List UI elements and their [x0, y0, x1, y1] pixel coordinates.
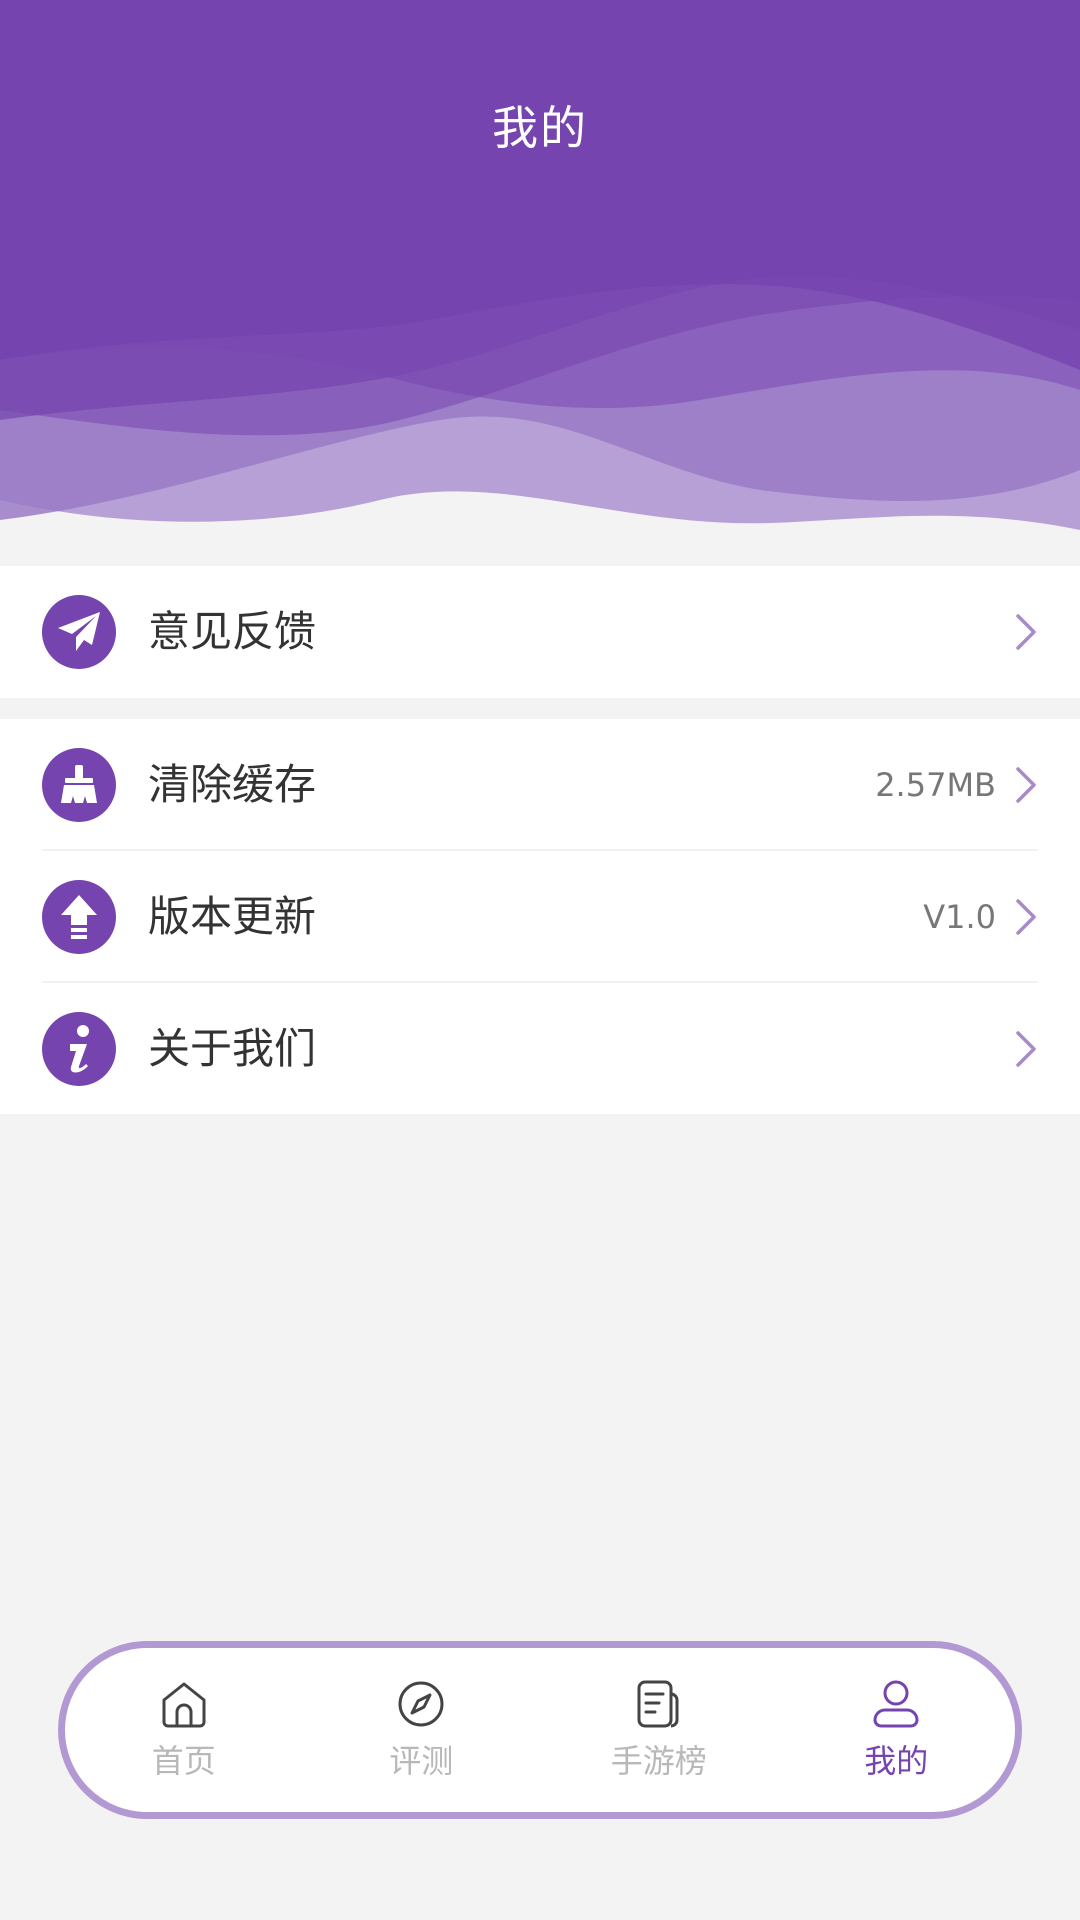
- tab-home[interactable]: 首页: [65, 1648, 303, 1812]
- compass-icon: [398, 1681, 444, 1727]
- chevron-right-icon: [1016, 767, 1036, 803]
- upload-arrow-icon: [42, 880, 116, 954]
- menu-item-label: 版本更新: [148, 892, 317, 941]
- document-list-icon: [637, 1680, 679, 1728]
- menu-item-label: 关于我们: [148, 1024, 317, 1073]
- feedback-card: 意见反馈: [0, 566, 1080, 698]
- tab-review[interactable]: 评测: [303, 1648, 541, 1812]
- header-wave-background: [0, 0, 1080, 540]
- tab-label: 手游榜: [610, 1742, 707, 1780]
- screen: 我的 意见反馈 清除缓存 2.57MB 版本更新 V1.0 关于我们 首页 评测…: [0, 0, 1080, 1920]
- menu-item-version-update[interactable]: 版本更新 V1.0: [0, 851, 1080, 983]
- broom-icon: [42, 748, 116, 822]
- tab-mine[interactable]: 我的: [778, 1648, 1016, 1812]
- chevron-right-icon: [1016, 614, 1036, 650]
- home-icon: [162, 1682, 206, 1728]
- user-icon: [873, 1680, 919, 1728]
- chevron-right-icon: [1016, 1031, 1036, 1067]
- info-icon: [42, 1012, 116, 1086]
- page-title: 我的: [492, 101, 588, 155]
- menu-item-label: 清除缓存: [148, 760, 317, 809]
- menu-item-about-us[interactable]: 关于我们: [0, 983, 1080, 1115]
- menu-item-label: 意见反馈: [148, 607, 317, 656]
- tab-label: 首页: [151, 1742, 216, 1780]
- tab-label: 我的: [864, 1742, 929, 1780]
- chevron-right-icon: [1016, 899, 1036, 935]
- version-value: V1.0: [923, 898, 996, 936]
- paper-plane-icon: [42, 595, 116, 669]
- bottom-tab-bar: 首页 评测 手游榜 我的: [58, 1641, 1022, 1819]
- menu-item-feedback[interactable]: 意见反馈: [0, 566, 1080, 698]
- header: 我的: [0, 0, 1080, 540]
- tab-game-ranking[interactable]: 手游榜: [540, 1648, 778, 1812]
- tab-label: 评测: [389, 1742, 454, 1780]
- settings-card: 清除缓存 2.57MB 版本更新 V1.0 关于我们: [0, 719, 1080, 1114]
- menu-item-clear-cache[interactable]: 清除缓存 2.57MB: [0, 719, 1080, 851]
- cache-size-value: 2.57MB: [875, 766, 996, 804]
